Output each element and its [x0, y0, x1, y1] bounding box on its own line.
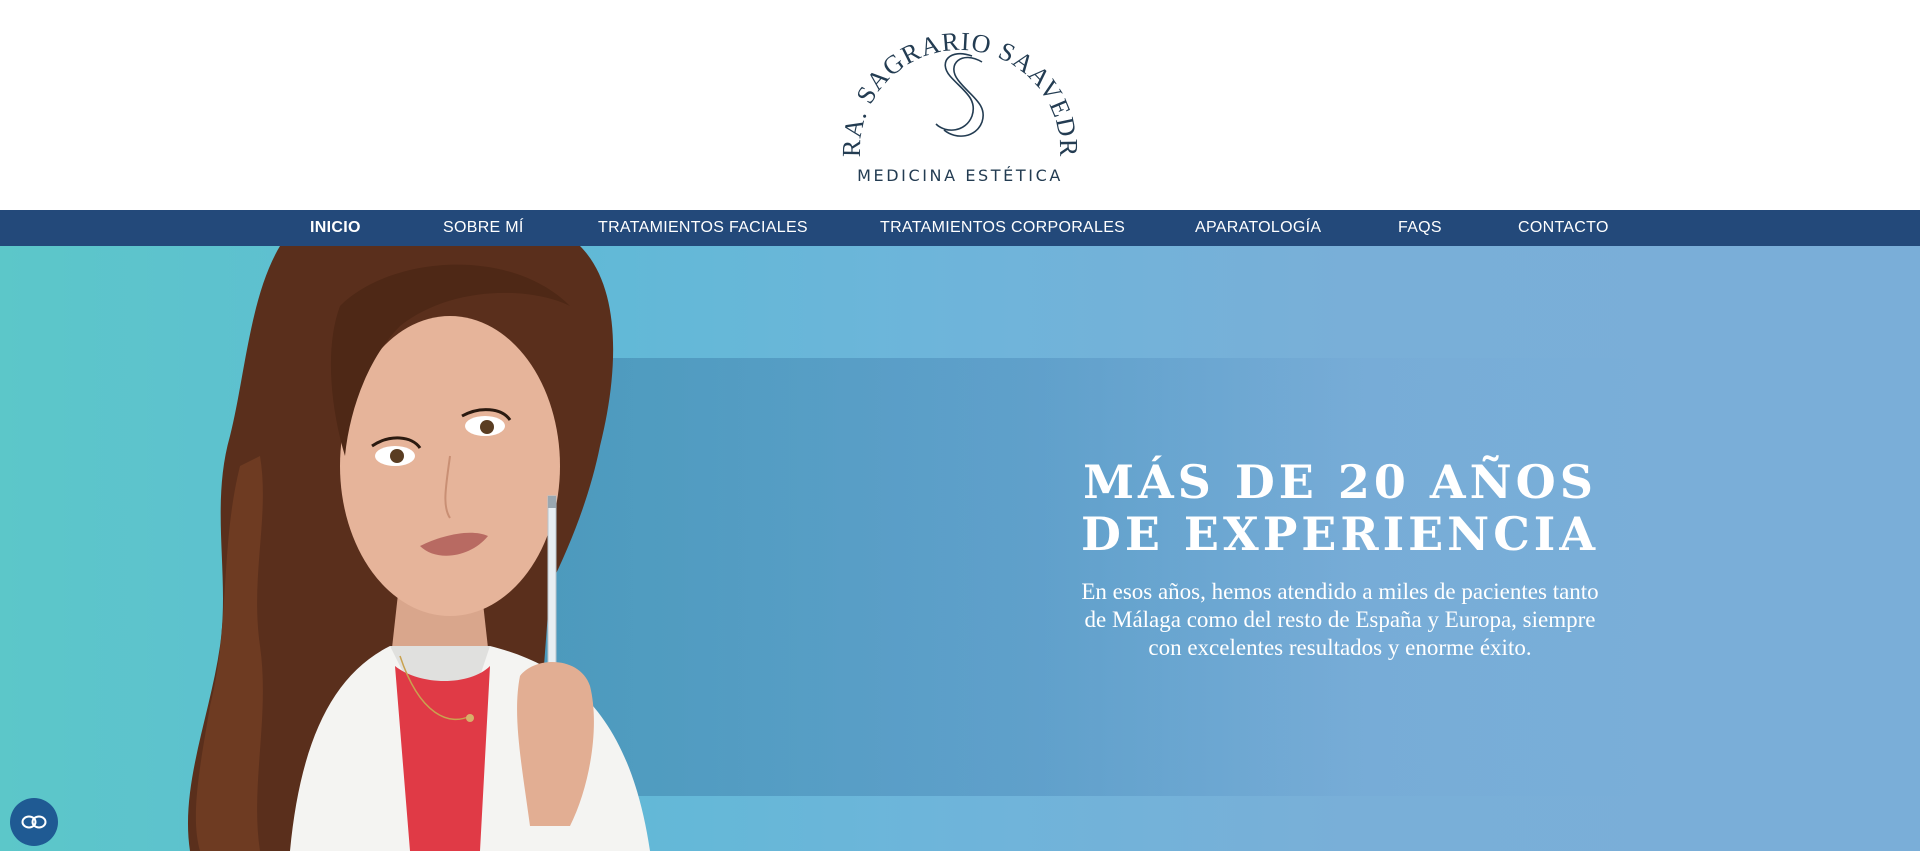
nav-item-tratamientos-corporales[interactable]: TRATAMIENTOS CORPORALES [880, 210, 1125, 246]
main-navigation: INICIO SOBRE MÍ TRATAMIENTOS FACIALES TR… [0, 210, 1920, 246]
floating-link-button[interactable] [10, 798, 58, 846]
site-header: DRA. SAGRARIO SAAVEDRA MEDICINA ESTÉTICA [0, 0, 1920, 210]
link-icon [21, 815, 47, 829]
logo-subtitle: MEDICINA ESTÉTICA [857, 166, 1063, 185]
nav-item-tratamientos-faciales[interactable]: TRATAMIENTOS FACIALES [598, 210, 808, 246]
nav-item-aparatologia[interactable]: APARATOLOGÍA [1195, 210, 1321, 246]
doctor-photo [150, 246, 830, 851]
site-logo[interactable]: DRA. SAGRARIO SAAVEDRA MEDICINA ESTÉTICA [820, 0, 1100, 200]
nav-item-inicio[interactable]: INICIO [310, 210, 361, 246]
nav-item-contacto[interactable]: CONTACTO [1518, 210, 1609, 246]
hero-title: MÁS DE 20 AÑOS DE EXPERIENCIA [1080, 455, 1600, 561]
nav-item-faqs[interactable]: FAQS [1398, 210, 1442, 246]
nav-item-sobre-mi[interactable]: SOBRE MÍ [443, 210, 524, 246]
hero-description: En esos años, hemos atendido a miles de … [1081, 579, 1599, 660]
hero-banner: MÁS DE 20 AÑOS DE EXPERIENCIA En esos añ… [0, 246, 1920, 851]
